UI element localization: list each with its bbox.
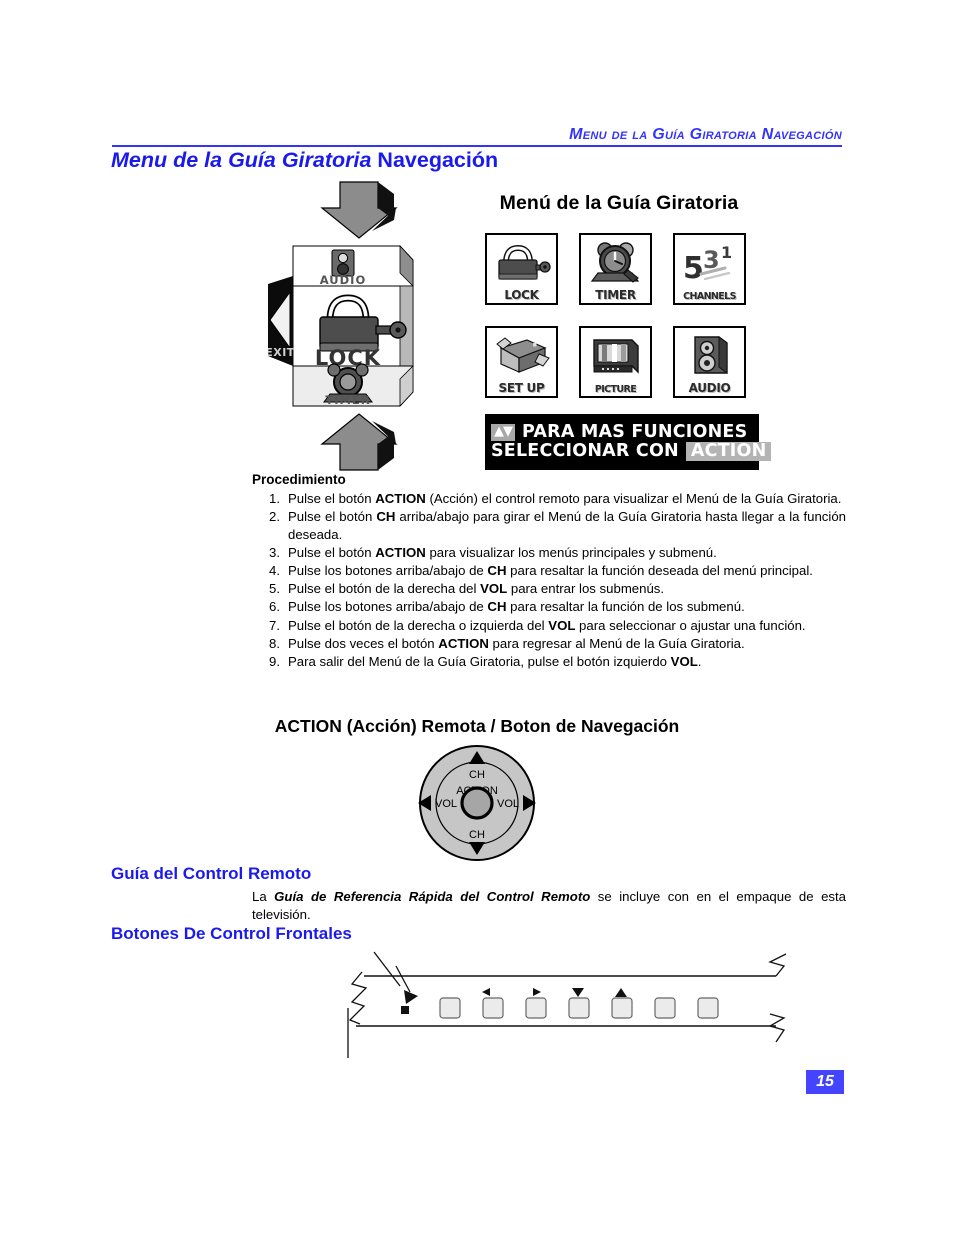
carousel-face-timer: TIMER xyxy=(292,363,414,408)
carousel-up-arrow-icon xyxy=(320,413,398,471)
ring-label-vol-right: VOL xyxy=(497,798,519,810)
right-triangle-icon xyxy=(533,988,541,996)
navigation-section: ACTION (Acción) Remota / Boton de Navega… xyxy=(0,716,954,863)
svg-text:5: 5 xyxy=(683,251,704,284)
padlock-icon xyxy=(487,235,556,289)
osd-icon-label: TIMER xyxy=(595,288,636,302)
ring-label-ch-down: CH xyxy=(469,829,485,841)
front-button-3 xyxy=(525,997,547,1019)
procedure-heading: Procedimiento xyxy=(252,472,346,487)
osd-banner-line-2: SELECCIONAR CON ACTION xyxy=(491,441,772,461)
page-number-badge: 15 xyxy=(806,1070,844,1094)
front-button-4 xyxy=(568,997,590,1019)
alarm-clock-icon xyxy=(581,235,650,289)
procedure-step: Pulse el botón de la derecha del VOL par… xyxy=(258,580,665,598)
front-control-buttons xyxy=(439,997,719,1019)
procedure-step: Pulse el botón ACTION (Acción) el contro… xyxy=(258,490,842,508)
procedure-step: Pulse el botón de la derecha o izquierda… xyxy=(258,617,806,635)
carousel-face-lock: LOCK xyxy=(292,285,414,370)
open-box-icon xyxy=(487,328,556,382)
carousel-exit-label: EXIT xyxy=(268,346,295,359)
front-button-7 xyxy=(697,997,719,1019)
front-button-6 xyxy=(654,997,676,1019)
television-icon xyxy=(581,328,650,385)
svg-text:AUDIO: AUDIO xyxy=(320,273,367,287)
osd-icon-label: AUDIO xyxy=(688,381,731,395)
break-mark-left xyxy=(348,971,368,1025)
figure-area: AUDIO LOCK EXIT TIMER Menú de la Guía Gi… xyxy=(0,180,954,475)
osd-icon-grid: LOCK TIMER 5 3 1 CHANNELS SET UP PICTURE… xyxy=(485,233,764,400)
remote-guide-heading: Guía del Control Remoto xyxy=(111,864,312,883)
osd-banner-text-1: PARA MAS FUNCIONES xyxy=(522,422,748,443)
procedure-step: Pulse los botones arriba/abajo de CH par… xyxy=(258,562,813,580)
up-down-arrows-icon: ▲▼ xyxy=(491,424,515,441)
osd-icon-label: SET UP xyxy=(498,381,545,395)
carousel-down-arrow-icon xyxy=(320,181,398,239)
front-panel-diagram xyxy=(340,950,810,1062)
osd-icon-label: LOCK xyxy=(504,288,539,302)
osd-icon-timer[interactable]: TIMER xyxy=(579,233,652,305)
procedure-step: Pulse el botón ACTION para visualizar lo… xyxy=(258,544,717,562)
osd-icon-label: PICTURE xyxy=(594,383,637,395)
procedure-step: Pulse los botones arriba/abajo de CH par… xyxy=(258,598,745,616)
svg-text:1: 1 xyxy=(721,243,732,262)
osd-icon-picture[interactable]: PICTURE xyxy=(579,326,652,398)
procedure-list: Pulse el botón ACTION (Acción) el contro… xyxy=(252,490,846,671)
osd-icon-label: CHANNELS xyxy=(683,290,736,302)
procedure-step: Pulse dos veces el botón ACTION para reg… xyxy=(258,635,745,653)
ring-label-ch-up: CH xyxy=(469,769,485,781)
ring-label-vol-left: VOL xyxy=(435,798,457,810)
front-button-1 xyxy=(439,997,461,1019)
break-mark-right-top xyxy=(768,953,787,977)
running-header-text: Menu de la Guía Giratoria Navegación xyxy=(569,126,842,143)
down-triangle-icon xyxy=(572,988,584,997)
break-mark-right-bottom xyxy=(768,1013,786,1043)
navigation-ring-diagram: CH ACTION CH VOL VOL xyxy=(410,743,544,863)
square-marker-icon xyxy=(401,1006,409,1014)
up-triangle-icon xyxy=(615,988,627,997)
channels-numbers-icon: 5 3 1 xyxy=(675,235,744,292)
osd-icon-audio[interactable]: AUDIO xyxy=(673,326,746,398)
left-triangle-icon xyxy=(482,988,490,996)
osd-banner-action-chip: ACTION xyxy=(685,442,772,461)
osd-banner-text-2: SELECCIONAR CON xyxy=(491,441,679,461)
running-header: Menu de la Guía Giratoria Navegación xyxy=(112,126,842,147)
osd-banner-line-1: ▲▼ PARA MAS FUNCIONES xyxy=(491,423,759,442)
navigation-title: ACTION (Acción) Remota / Boton de Navega… xyxy=(274,716,680,736)
osd-icon-setup[interactable]: SET UP xyxy=(485,326,558,398)
front-button-5 xyxy=(611,997,633,1019)
carousel-face-audio: AUDIO xyxy=(292,244,414,287)
osd-icon-channels[interactable]: 5 3 1 CHANNELS xyxy=(673,233,746,305)
carousel-exit-tab: EXIT xyxy=(268,276,295,366)
remote-guide-body: La Guía de Referencia Rápida del Control… xyxy=(252,889,847,923)
front-button-2 xyxy=(482,997,504,1019)
osd-menu-figure: Menú de la Guía Giratoria LOCK TIMER 5 3… xyxy=(470,192,772,470)
procedure-step: Pulse el botón CH arriba/abajo para gira… xyxy=(258,508,846,543)
osd-icon-lock[interactable]: LOCK xyxy=(485,233,558,305)
leader-line-2 xyxy=(395,965,411,993)
osd-instruction-banner: ▲▼ PARA MAS FUNCIONES SELECCIONAR CON AC… xyxy=(485,414,772,470)
ring-center-action-button xyxy=(460,786,494,820)
osd-title: Menú de la Guía Giratoria xyxy=(499,192,739,214)
procedure-section: Procedimiento Pulse el botón ACTION (Acc… xyxy=(252,472,846,671)
procedure-step: Para salir del Menú de la Guía Giratoria… xyxy=(258,653,702,671)
page-title-regular: Navegación xyxy=(371,148,499,172)
page-title: Menu de la Guía Giratoria Navegación xyxy=(111,148,498,173)
pointer-triangle-icon xyxy=(404,990,418,1004)
svg-text:TIMER: TIMER xyxy=(325,393,370,407)
rotating-guide-diagram: AUDIO LOCK EXIT TIMER xyxy=(268,180,443,472)
front-buttons-heading: Botones De Control Frontales xyxy=(111,924,352,943)
page-title-italic: Menu de la Guía Giratoria xyxy=(111,148,372,172)
leader-line-1 xyxy=(373,951,401,987)
speaker-icon xyxy=(675,328,744,382)
